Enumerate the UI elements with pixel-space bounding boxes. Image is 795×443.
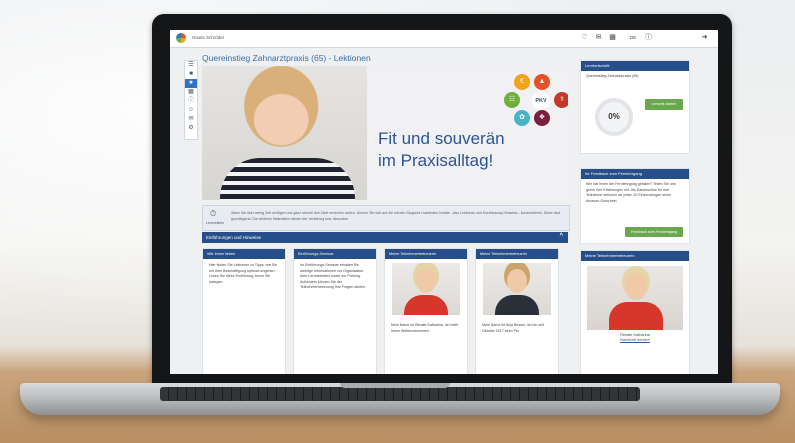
chart-icon: ▲ bbox=[534, 74, 550, 90]
sidebar-item-info[interactable]: ⓘ bbox=[185, 97, 197, 106]
course-banner: Fit und souverän im Praxisalltag! € ▲ ☷ … bbox=[202, 66, 568, 200]
sidebar-item-settings[interactable]: ⚙ bbox=[185, 124, 197, 133]
banner-photo bbox=[202, 66, 367, 200]
advisor-body bbox=[404, 295, 448, 315]
sidebar: ☰ ■ ★ ▦ ⓘ ☺ ✉ ⚙ bbox=[184, 60, 198, 140]
advisor-face bbox=[625, 274, 647, 300]
section-header[interactable]: Einführungen und Hinweise ^ bbox=[202, 232, 568, 243]
sidebar-item-profile[interactable]: ☺ bbox=[185, 106, 197, 115]
notice-text: Wann Sie über wenig Zeit verfügen und ga… bbox=[231, 211, 561, 221]
grid-icon[interactable]: ▦ bbox=[608, 33, 617, 42]
tooth-icon: ✿ bbox=[514, 110, 530, 126]
feedback-panel: Ihr Feedback zum Fernlehrgang Wie hat Ih… bbox=[580, 168, 690, 244]
advisor-card[interactable]: Meine Teilnehmerbetreuerin Mein Name ist… bbox=[384, 248, 468, 374]
laptop-screen: Gisela Schröder ♡ ✉ ▦ DE ⓘ ➜ ☰ ■ ★ ▦ ⓘ ☺… bbox=[170, 30, 718, 374]
feedback-title: Ihr Feedback zum Fernlehrgang bbox=[581, 169, 689, 179]
advisor-panel: Meine Teilnehmerbetreuerin Renate Kathar… bbox=[580, 250, 690, 374]
page-title: Quereinstieg Zahnarztpraxis (65) - Lekti… bbox=[202, 53, 371, 63]
section-title: Einführungen und Hinweise bbox=[206, 235, 262, 240]
feedback-text: Wie hat Ihnen der Fernlehrgang gefallen?… bbox=[586, 182, 676, 203]
logout-icon[interactable]: ➜ bbox=[700, 33, 709, 42]
laptop-notch bbox=[340, 383, 450, 388]
language-selector[interactable]: DE bbox=[630, 35, 636, 40]
sidebar-item-calendar[interactable]: ▦ bbox=[185, 88, 197, 97]
message-advisor-link[interactable]: Nachricht senden bbox=[581, 338, 689, 342]
advisor-portrait bbox=[587, 266, 683, 330]
card-text: Im Einführungs-Seminar erhalten Sie wich… bbox=[300, 263, 366, 289]
sidebar-item-courses[interactable]: ■ bbox=[185, 70, 197, 79]
progress-course: Quereinstieg Zahnarztpraxis (65) bbox=[586, 74, 639, 78]
top-bar: Gisela Schröder ♡ ✉ ▦ DE ⓘ ➜ bbox=[170, 30, 718, 48]
advisor-body bbox=[495, 295, 539, 315]
start-learning-button[interactable]: Lernzeit starten bbox=[645, 99, 683, 110]
advisor-card[interactable]: Meine Teilnehmerbetreuerin Mein Name ist… bbox=[475, 248, 559, 374]
gift-icon: ❖ bbox=[534, 110, 550, 126]
card-title: Wie Ihnen lieben bbox=[203, 249, 285, 259]
card-title: Einführungs-Seminar bbox=[294, 249, 376, 259]
info-card[interactable]: Wie Ihnen lieben Hier finden Sie Lektion… bbox=[202, 248, 286, 374]
app-logo[interactable] bbox=[176, 33, 186, 43]
info-card[interactable]: Einführungs-Seminar Im Einführungs-Semin… bbox=[293, 248, 377, 374]
banner-photo-shirt bbox=[220, 158, 355, 200]
card-title: Meine Teilnehmerbetreuerin bbox=[385, 249, 467, 259]
advisor-face bbox=[416, 269, 436, 293]
learning-time-notice: ⏱ Lernzeitinfo Wann Sie über wenig Zeit … bbox=[202, 205, 570, 231]
sidebar-item-lessons[interactable]: ★ bbox=[185, 79, 197, 88]
progress-title: Lernfortschritt bbox=[581, 61, 689, 71]
menu-icon[interactable]: ☰ bbox=[185, 61, 197, 70]
sidebar-item-messages[interactable]: ✉ bbox=[185, 115, 197, 124]
progress-panel: Lernfortschritt Quereinstieg Zahnarztpra… bbox=[580, 60, 690, 154]
advisor-photo bbox=[483, 263, 551, 315]
advisor-body bbox=[609, 302, 663, 330]
hierarchy-icon: ☷ bbox=[504, 92, 520, 108]
banner-headline-line1: Fit und souverän bbox=[378, 129, 505, 148]
advisor-face bbox=[507, 269, 527, 293]
mail-icon[interactable]: ✉ bbox=[594, 33, 603, 42]
user-name: Gisela Schröder bbox=[192, 35, 225, 40]
banner-headline: Fit und souverän im Praxisalltag! bbox=[378, 128, 505, 172]
advisor-panel-title: Meine Teilnehmerbetreuerin bbox=[581, 251, 689, 261]
feedback-button[interactable]: Feedback zum Fernlehrgang bbox=[625, 227, 683, 237]
euro-icon: € bbox=[514, 74, 530, 90]
bell-icon[interactable]: ♡ bbox=[580, 33, 589, 42]
laptop-keyboard bbox=[160, 387, 640, 401]
progress-gauge: 0% bbox=[595, 98, 633, 136]
card-caption: Mein Name ist Anja Besser, ich bin seit … bbox=[482, 323, 544, 333]
pkv-badge: PKV bbox=[532, 92, 550, 110]
help-icon[interactable]: ⓘ bbox=[644, 33, 653, 42]
card-title: Meine Teilnehmerbetreuerin bbox=[476, 249, 558, 259]
card-caption: Mein Name ist Renate Katharina, ich helf… bbox=[391, 323, 459, 333]
stopwatch-icon: ⏱ bbox=[210, 209, 217, 218]
banner-headline-line2: im Praxisalltag! bbox=[378, 151, 494, 170]
collapse-icon[interactable]: ^ bbox=[559, 233, 563, 239]
advisor-photo bbox=[392, 263, 460, 315]
card-text: Hier finden Sie Lektionen zu Tipps, wie … bbox=[209, 263, 278, 284]
doctor-icon: ⚕ bbox=[554, 92, 568, 108]
notice-label: Lernzeitinfo bbox=[206, 221, 225, 225]
